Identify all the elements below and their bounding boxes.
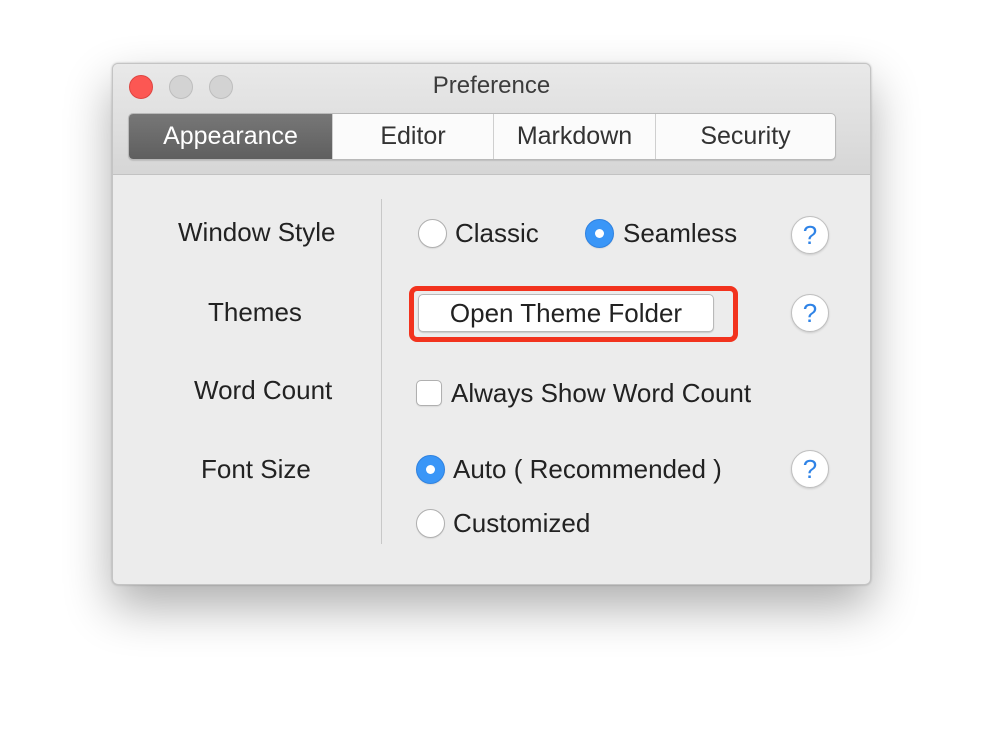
word-count-label: Word Count bbox=[194, 375, 333, 405]
window-style-label: Window Style bbox=[178, 217, 336, 247]
customized-font-size-radio[interactable] bbox=[416, 509, 445, 538]
font-size-help-button[interactable]: ? bbox=[791, 450, 829, 488]
auto-font-size-radio[interactable] bbox=[416, 455, 445, 484]
preferences-window: Preference Appearance Editor Markdown Se… bbox=[112, 63, 871, 585]
tab-bar: Appearance Editor Markdown Security bbox=[128, 113, 836, 160]
seamless-radio[interactable] bbox=[585, 219, 614, 248]
window-title: Preference bbox=[432, 72, 551, 99]
always-show-word-count-label[interactable]: Always Show Word Count bbox=[451, 378, 751, 409]
tab-markdown[interactable]: Markdown bbox=[494, 114, 656, 159]
font-size-label: Font Size bbox=[201, 454, 311, 484]
section-divider bbox=[381, 199, 382, 544]
open-theme-folder-button[interactable]: Open Theme Folder bbox=[418, 294, 714, 332]
themes-label: Themes bbox=[208, 297, 302, 327]
customized-font-size-label[interactable]: Customized bbox=[453, 508, 590, 539]
classic-option-label[interactable]: Classic bbox=[455, 218, 539, 249]
tab-security[interactable]: Security bbox=[656, 114, 835, 159]
seamless-option-label[interactable]: Seamless bbox=[623, 218, 737, 249]
themes-help-button[interactable]: ? bbox=[791, 294, 829, 332]
tab-appearance[interactable]: Appearance bbox=[129, 114, 333, 159]
classic-radio[interactable] bbox=[418, 219, 447, 248]
titlebar: Preference Appearance Editor Markdown Se… bbox=[113, 64, 870, 175]
tab-editor[interactable]: Editor bbox=[333, 114, 494, 159]
window-style-help-button[interactable]: ? bbox=[791, 216, 829, 254]
auto-font-size-label[interactable]: Auto ( Recommended ) bbox=[453, 454, 722, 485]
always-show-word-count-checkbox[interactable] bbox=[416, 380, 442, 406]
